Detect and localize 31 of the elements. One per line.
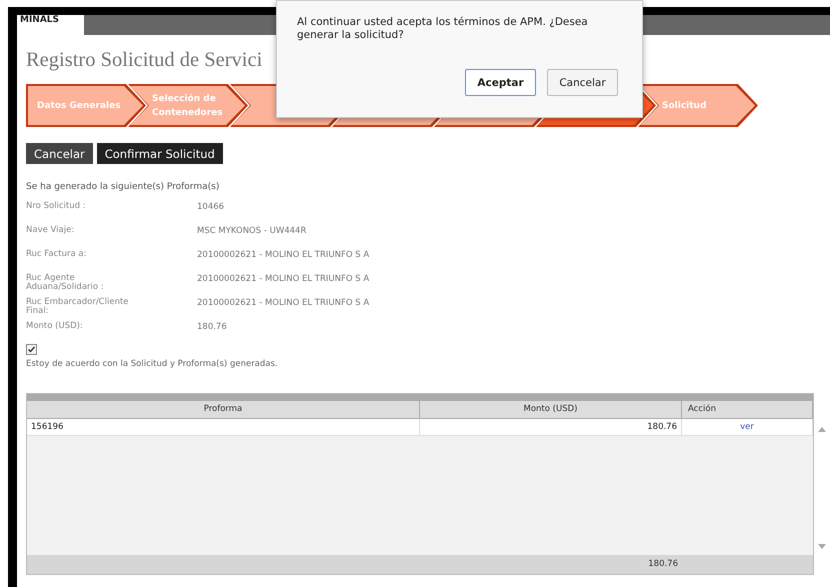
scroll-up-icon[interactable] bbox=[818, 427, 826, 432]
accept-button[interactable]: Aceptar bbox=[465, 69, 536, 96]
cancel-button[interactable]: Cancelar bbox=[26, 143, 93, 164]
total-amount: 180.76 bbox=[648, 559, 678, 569]
field-value: MSC MYKONOS - UW444R bbox=[197, 225, 306, 236]
field-value: 20100002621 - MOLINO EL TRIUNFO S A bbox=[197, 297, 370, 308]
agreement-label: Estoy de acuerdo con la Solicitud y Proforma(s) generadas. bbox=[26, 359, 279, 369]
table-cell: 156196 bbox=[27, 419, 420, 435]
field-label: Ruc Factura a: bbox=[26, 248, 88, 259]
page-title: Registro Solicitud de Servici bbox=[26, 49, 264, 72]
field-label: Nave Viaje: bbox=[26, 224, 76, 235]
table-cell: 180.76 bbox=[420, 419, 682, 435]
field-value: 180.76 bbox=[197, 321, 227, 332]
scroll-down-icon[interactable] bbox=[818, 544, 826, 549]
column-header: Proforma bbox=[27, 401, 420, 418]
field-value: 10466 bbox=[197, 201, 224, 212]
confirm-button[interactable]: Confirmar Solicitud bbox=[96, 143, 223, 164]
field-value: 20100002621 - MOLINO EL TRIUNFO S A bbox=[197, 273, 370, 284]
field-label: Ruc Embarcador/Cliente Final: bbox=[26, 296, 130, 316]
cancel-button[interactable]: Cancelar bbox=[547, 69, 618, 96]
dialog-message: Al continuar usted acepta los términos de APM. ¿Desea generar la solicitud? bbox=[297, 16, 589, 42]
intro-text: Se ha generado la siguiente(s) Proforma(s) bbox=[26, 182, 220, 192]
agreement-checkbox[interactable] bbox=[26, 344, 37, 355]
field-label: Nro Solicitud : bbox=[26, 200, 87, 211]
field-label: Ruc Agente Aduana/Solidario : bbox=[26, 272, 105, 292]
column-header: Monto (USD) bbox=[420, 401, 682, 418]
view-link[interactable]: ver bbox=[740, 422, 754, 432]
logo: MINALS bbox=[17, 15, 84, 35]
field-value: 20100002621 - MOLINO EL TRIUNFO S A bbox=[197, 249, 370, 260]
column-header: Acción bbox=[682, 401, 813, 418]
field-label: Monto (USD): bbox=[26, 320, 84, 331]
